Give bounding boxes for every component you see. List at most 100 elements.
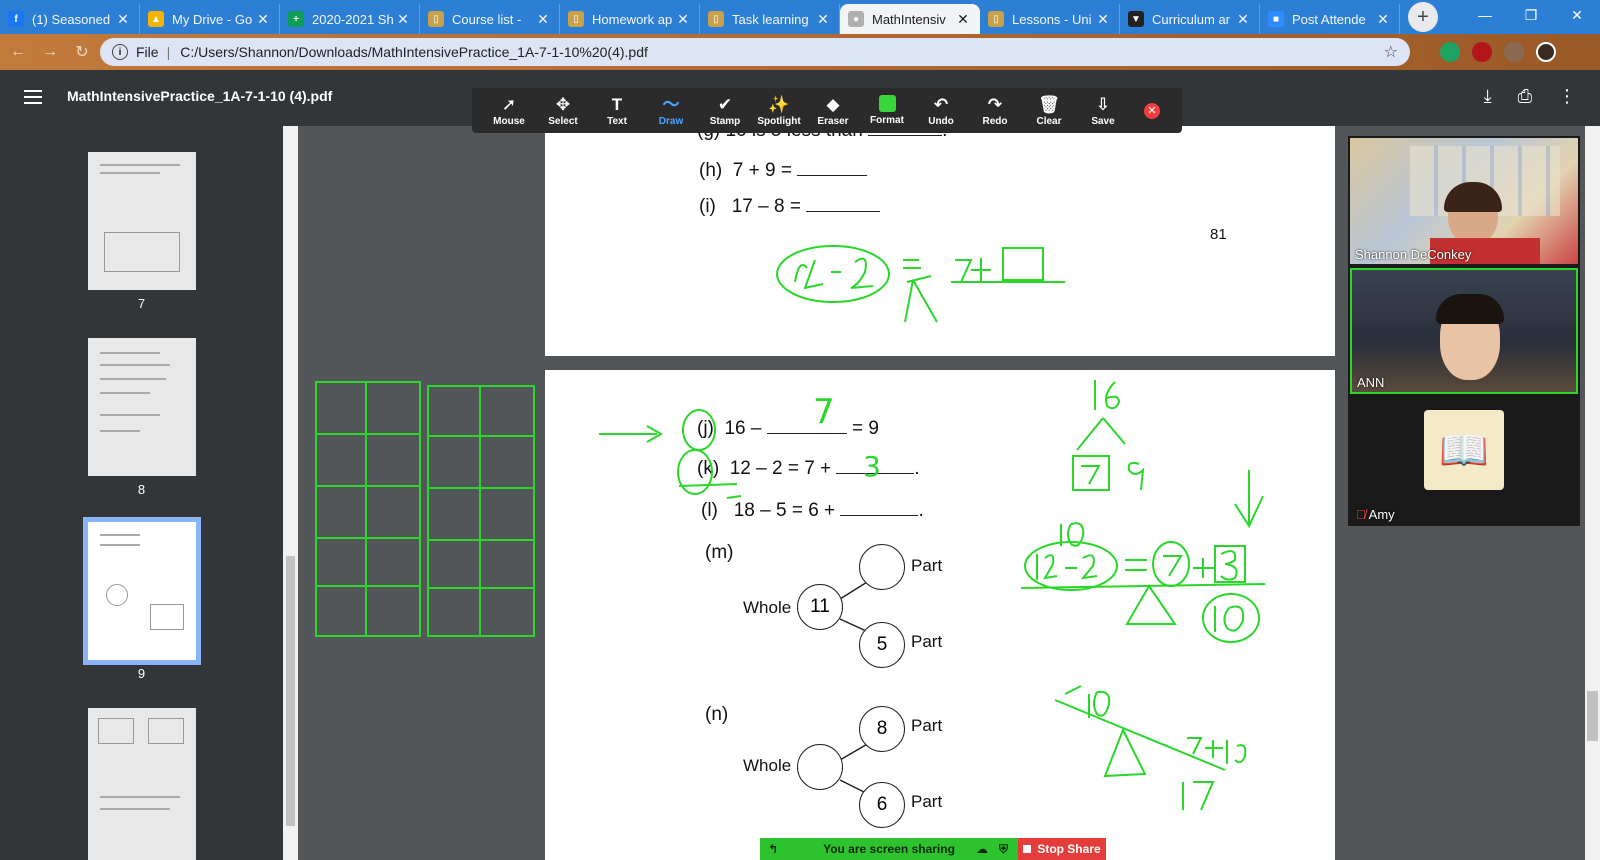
tool-undo-button[interactable]: ↶ Undo bbox=[914, 88, 968, 133]
pdf-page-81: (g) 10 is 5 less than . (h) 7 + 9 = (i) … bbox=[545, 120, 1335, 356]
tool-stamp-button[interactable]: ✔ Stamp bbox=[698, 88, 752, 133]
tool-draw-button[interactable]: 〜 Draw bbox=[644, 88, 698, 133]
tab-title: Lessons - Uni bbox=[1012, 11, 1092, 27]
item-m-label: (m) bbox=[705, 542, 734, 563]
browser-tab[interactable]: f (1) Seasoned ✕ bbox=[0, 4, 140, 34]
browser-tab[interactable]: ▯ Course list - ✕ bbox=[420, 4, 560, 34]
video-tile-student[interactable]: ANN bbox=[1350, 268, 1578, 394]
back-icon[interactable]: ← bbox=[4, 38, 32, 66]
minimize-icon[interactable]: — bbox=[1462, 0, 1508, 30]
browser-tab[interactable]: +2020-2021 Sh ✕ bbox=[280, 4, 420, 34]
tab-favicon-icon: ▼ bbox=[1128, 11, 1144, 27]
reload-icon[interactable]: ↻ bbox=[68, 38, 96, 66]
forward-icon[interactable]: → bbox=[36, 38, 64, 66]
handwriting-arrow-circles bbox=[599, 409, 742, 499]
video-tile-host[interactable]: Shannon DeConkey bbox=[1350, 138, 1578, 264]
video-tile-amy[interactable]: 📖 🎙̸ Amy bbox=[1350, 398, 1578, 524]
tool-format-button[interactable]: Format bbox=[860, 88, 914, 133]
stop-share-button[interactable]: Stop Share bbox=[1018, 838, 1106, 860]
site-info-icon[interactable]: i bbox=[112, 44, 128, 60]
browser-tab[interactable]: ▼ Curriculum ar ✕ bbox=[1120, 4, 1260, 34]
tool-eraser-button[interactable]: ◆ Eraser bbox=[806, 88, 860, 133]
cloud-icon: ☁ bbox=[976, 842, 988, 856]
thumbnail-page-7[interactable] bbox=[88, 152, 196, 290]
menu-icon[interactable] bbox=[24, 90, 42, 104]
extension-green-icon[interactable] bbox=[1440, 42, 1460, 62]
item-i: (i) 17 – 8 = bbox=[699, 196, 881, 218]
browser-tab[interactable]: ▯ Homework ap ✕ bbox=[560, 4, 700, 34]
bookmark-star-icon[interactable]: ☆ bbox=[1384, 42, 1398, 62]
pdf-page-82: (j) 16 – = 9 (k) 12 – 2 = 7 + . (l) 18 –… bbox=[545, 370, 1335, 860]
thumbnail-page-8[interactable] bbox=[88, 338, 196, 476]
more-options-icon[interactable]: ⋮ bbox=[1558, 86, 1576, 107]
tab-close-icon[interactable]: ✕ bbox=[255, 11, 271, 28]
url-text: C:/Users/Shannon/Downloads/MathIntensive… bbox=[180, 44, 648, 60]
thumbnail-page-10[interactable] bbox=[88, 708, 196, 860]
profile-avatar[interactable] bbox=[1536, 42, 1556, 62]
tab-close-icon[interactable]: ✕ bbox=[1095, 11, 1111, 28]
thumbnail-label: 9 bbox=[137, 666, 146, 681]
tab-close-icon[interactable]: ✕ bbox=[815, 11, 831, 28]
draw-icon: 〜 bbox=[662, 94, 680, 114]
tab-close-icon[interactable]: ✕ bbox=[1235, 11, 1251, 28]
restore-icon[interactable]: ❐ bbox=[1508, 0, 1554, 30]
tab-close-icon[interactable]: ✕ bbox=[1375, 11, 1391, 28]
tool-label: Spotlight bbox=[757, 115, 801, 127]
participant-name: Shannon DeConkey bbox=[1355, 247, 1472, 262]
tool-redo-button[interactable]: ↷ Redo bbox=[968, 88, 1022, 133]
thumbnail-label: 8 bbox=[137, 482, 146, 497]
handwritten-answer-k: 3 bbox=[863, 450, 881, 483]
new-tab-button[interactable]: + bbox=[1408, 2, 1438, 32]
tool-text-button[interactable]: T Text bbox=[590, 88, 644, 133]
tool-label: Redo bbox=[982, 115, 1008, 127]
bond-n-whole bbox=[797, 744, 843, 790]
stop-icon bbox=[1023, 845, 1032, 853]
close-annotation-icon[interactable]: ✕ bbox=[1144, 102, 1160, 119]
browser-tab[interactable]: ■ Post Attende ✕ bbox=[1260, 4, 1400, 34]
spotlight-icon: ✨ bbox=[768, 94, 790, 114]
tool-save-button[interactable]: ⇩ Save bbox=[1076, 88, 1130, 133]
tool-label: Format bbox=[870, 115, 904, 126]
participant-name: Amy bbox=[1368, 507, 1395, 522]
format-icon bbox=[878, 95, 896, 112]
tab-title: MathIntensiv bbox=[872, 11, 946, 27]
browser-tab-strip: f (1) Seasoned ✕ ▲ My Drive - Go ✕ +2020-2021 … bbox=[0, 0, 1600, 34]
tab-close-icon[interactable]: ✕ bbox=[955, 11, 971, 28]
thumbnail-page-9[interactable] bbox=[83, 517, 201, 665]
browser-tab[interactable]: ▲ My Drive - Go ✕ bbox=[140, 4, 280, 34]
handwritten-answer-j: 7 bbox=[813, 392, 835, 432]
bond-m-whole: 11 bbox=[797, 584, 843, 630]
close-window-icon[interactable]: ✕ bbox=[1554, 0, 1600, 30]
url-bar[interactable]: i File | C:/Users/Shannon/Downloads/Math… bbox=[100, 38, 1410, 66]
ublock-icon[interactable] bbox=[1472, 42, 1492, 62]
main-scrollbar[interactable] bbox=[1585, 126, 1600, 860]
tab-close-icon[interactable]: ✕ bbox=[675, 11, 691, 28]
tool-label: Mouse bbox=[493, 115, 525, 127]
browser-tab[interactable]: ● MathIntensiv ✕ bbox=[840, 4, 980, 34]
part-label: Part bbox=[911, 556, 943, 575]
tab-title: Course list - bbox=[452, 11, 522, 27]
move-icon: ✥ bbox=[555, 94, 571, 114]
tab-favicon-icon: ▯ bbox=[428, 11, 444, 27]
tab-close-icon[interactable]: ✕ bbox=[535, 11, 551, 28]
tool-mouse-button[interactable]: ➚ Mouse bbox=[482, 88, 536, 133]
tool-select-button[interactable]: ✥ Select bbox=[536, 88, 590, 133]
tool-label: Undo bbox=[928, 115, 954, 127]
extension-puzzle-icon[interactable] bbox=[1504, 42, 1524, 62]
bond-m-part-bottom: 5 bbox=[859, 622, 905, 668]
sidebar-scrollbar[interactable] bbox=[283, 126, 298, 860]
tab-close-icon[interactable]: ✕ bbox=[395, 11, 411, 28]
download-icon[interactable]: ⤓ bbox=[1484, 86, 1492, 107]
tab-close-icon[interactable]: ✕ bbox=[115, 11, 131, 28]
print-icon[interactable]: ⎙ bbox=[1518, 86, 1532, 107]
browser-tab[interactable]: ▯ Task learning ✕ bbox=[700, 4, 840, 34]
tool-clear-button[interactable]: 🗑 Clear bbox=[1022, 88, 1076, 133]
tool-spotlight-button[interactable]: ✨ Spotlight bbox=[752, 88, 806, 133]
tab-favicon-icon: ● bbox=[848, 11, 864, 27]
tool-label: Clear bbox=[1036, 115, 1062, 127]
browser-tab[interactable]: ▯ Lessons - Uni ✕ bbox=[980, 4, 1120, 34]
shield-icon: ⛨ bbox=[998, 841, 1008, 856]
tab-title: (1) Seasoned bbox=[32, 11, 111, 27]
tab-list: f (1) Seasoned ✕ ▲ My Drive - Go ✕ +2020-2021 … bbox=[0, 0, 1400, 34]
page-number: 81 bbox=[1210, 226, 1227, 243]
